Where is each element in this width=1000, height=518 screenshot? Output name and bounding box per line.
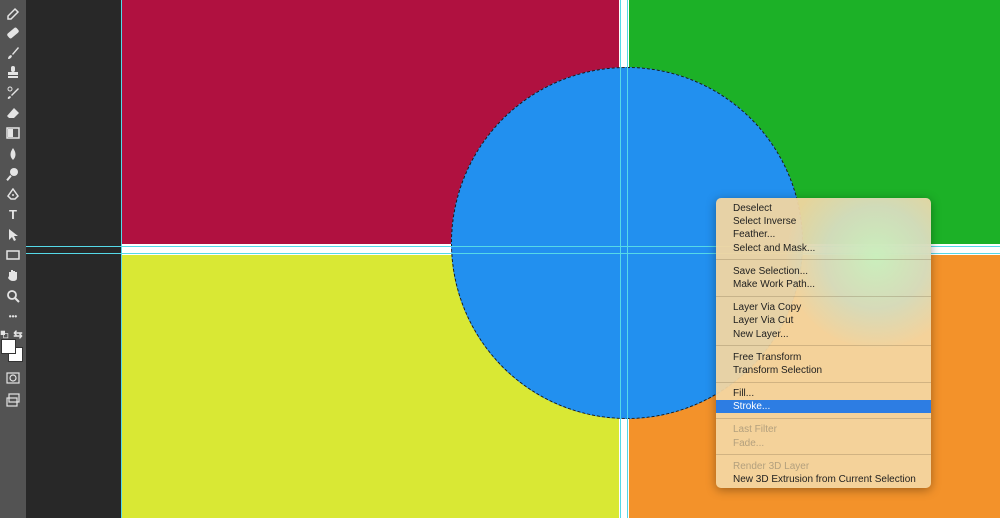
tools-panel: T ••• ⇆ (0, 0, 26, 518)
menu-group: Layer Via Copy Layer Via Cut New Layer... (716, 301, 931, 341)
menu-separator (716, 417, 931, 419)
menu-item-new-layer[interactable]: New Layer... (716, 328, 931, 341)
menu-item-free-transform[interactable]: Free Transform (716, 351, 931, 364)
menu-item-last-filter: Last Filter (733, 424, 777, 436)
menu-separator (716, 381, 931, 383)
menu-group: Fill... Stroke... (716, 387, 931, 414)
quick-mask-icon[interactable] (4, 369, 22, 387)
rectangle-icon[interactable] (4, 246, 22, 264)
menu-item-save-selection[interactable]: Save Selection... (716, 265, 931, 278)
menu-group: Last Filter Fade... (716, 423, 931, 449)
more-tools-icon[interactable]: ••• (4, 308, 22, 326)
blur-icon[interactable] (4, 145, 22, 163)
context-menu-items: Deselect Select Inverse Feather... Select a… (716, 202, 931, 486)
dodge-icon[interactable] (4, 165, 22, 183)
pasteboard (26, 0, 121, 518)
vertical-guide-line[interactable] (121, 0, 122, 518)
type-icon-glyph: T (9, 207, 17, 222)
history-brush-icon[interactable] (4, 84, 22, 102)
vertical-guide-line[interactable] (620, 0, 621, 518)
menu-separator (716, 345, 931, 347)
menu-item-render-3d-layer: Render 3D Layer (733, 460, 810, 472)
menu-item-stroke[interactable]: Stroke... (716, 400, 931, 414)
menu-item-select-and-mask[interactable]: Select and Mask... (716, 242, 931, 255)
eraser-icon[interactable] (4, 104, 22, 122)
menu-item-feather[interactable]: Feather... (716, 228, 931, 241)
vertical-guide-line[interactable] (627, 0, 628, 518)
menu-separator (716, 295, 931, 297)
menu-separator (716, 454, 931, 456)
more-tools-icon-glyph: ••• (8, 312, 18, 321)
menu-item-deselect[interactable]: Deselect (716, 202, 931, 215)
menu-item-layer-via-copy[interactable]: Layer Via Copy (716, 301, 931, 314)
menu-group: Deselect Select Inverse Feather... Select a… (716, 202, 931, 255)
menu-item-layer-via-cut[interactable]: Layer Via Cut (716, 314, 931, 327)
type-icon[interactable]: T (4, 206, 22, 224)
menu-item-transform-selection[interactable]: Transform Selection (716, 364, 931, 377)
menu-item-fade: Fade... (733, 437, 765, 449)
foreground-color-swatch[interactable] (1, 339, 16, 354)
clone-stamp-icon[interactable] (4, 63, 22, 81)
menu-group: Free Transform Transform Selection (716, 351, 931, 377)
path-selection-icon[interactable] (4, 226, 22, 244)
healing-brush-icon[interactable] (4, 24, 22, 42)
eyedropper-icon[interactable] (4, 5, 22, 23)
menu-item-make-work-path[interactable]: Make Work Path... (716, 278, 931, 291)
context-menu: Deselect Select Inverse Feather... Select a… (716, 198, 931, 488)
menu-group: Save Selection... Make Work Path... (716, 265, 931, 291)
hand-icon[interactable] (4, 266, 22, 284)
menu-separator (716, 259, 931, 261)
menu-item-new-3d-extrusion-from-current-selection[interactable]: New 3D Extrusion from Current Selection (716, 473, 931, 486)
menu-item-fill[interactable]: Fill... (716, 387, 931, 400)
brush-icon[interactable] (4, 44, 22, 62)
pen-icon[interactable] (4, 186, 22, 204)
zoom-icon[interactable] (4, 287, 22, 305)
gradient-icon[interactable] (4, 124, 22, 142)
menu-item-select-inverse[interactable]: Select Inverse (716, 215, 931, 228)
menu-group: Render 3D Layer New 3D Extrusion from Cur… (716, 460, 931, 486)
screen-mode-icon[interactable] (4, 391, 22, 409)
